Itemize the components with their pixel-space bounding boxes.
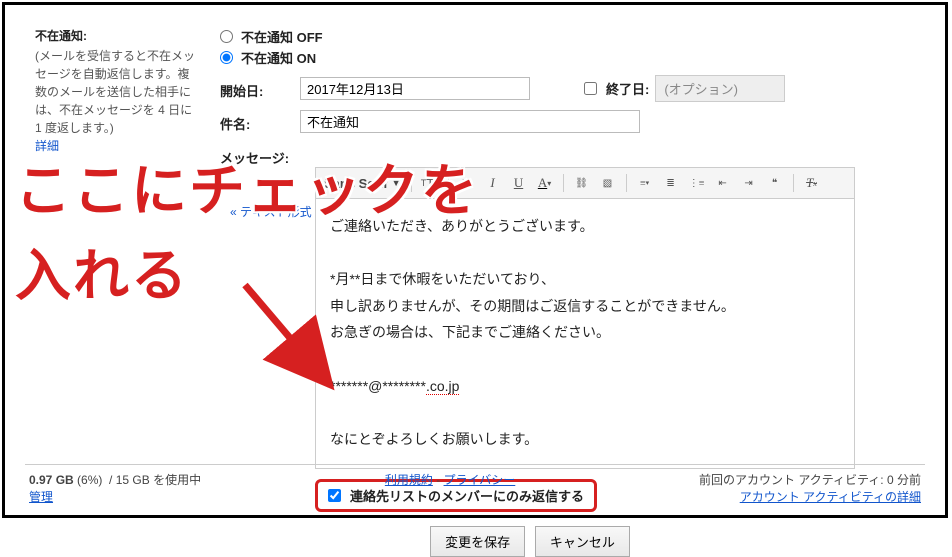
quote-icon[interactable]: ❝ (767, 175, 783, 191)
bold-icon[interactable]: B (459, 175, 475, 191)
section-desc: (メールを受信すると不在メッセージを自動返信します。複数のメールを送信した相手に… (35, 47, 200, 137)
privacy-link[interactable]: プライバシー (444, 473, 516, 487)
learn-more-link[interactable]: 詳細 (35, 139, 59, 153)
font-size-icon[interactable]: TT▾ (422, 175, 438, 191)
underline-icon[interactable]: U (511, 175, 527, 191)
cancel-button[interactable]: キャンセル (535, 526, 630, 557)
vacation-on-label: 不在通知 ON (241, 48, 316, 67)
plain-text-link[interactable]: « テキスト形式 (230, 203, 312, 220)
separator (793, 174, 794, 192)
end-date-label: 終了日: (606, 79, 649, 98)
terms-link[interactable]: 利用規約 (385, 473, 433, 487)
clear-format-icon[interactable]: Tx (804, 175, 820, 191)
separator (626, 174, 627, 192)
numbered-list-icon[interactable]: ≣ (663, 175, 679, 191)
separator (411, 174, 412, 192)
end-date-input[interactable]: (オプション) (655, 75, 785, 102)
annotation-text: 入れる (15, 240, 189, 313)
message-editor[interactable]: ご連絡いただき、ありがとうございます。 *月**日まで休暇をいただいており、申し… (315, 199, 855, 469)
image-icon[interactable]: ▧ (600, 175, 616, 191)
align-icon[interactable]: ≡▾ (637, 175, 653, 191)
activity-details-link[interactable]: アカウント アクティビティの詳細 (740, 490, 921, 504)
text-color-icon[interactable]: A▾ (537, 175, 553, 191)
separator (25, 464, 925, 465)
start-date-label: 開始日: (220, 78, 290, 100)
vacation-off-radio[interactable] (220, 30, 233, 43)
editor-toolbar: Sans Serif ▼ TT▾ B I U A▾ ⛓ ▧ ≡▾ ≣ ⋮≡ ⇤ … (315, 167, 855, 199)
font-name: Sans Serif (324, 176, 388, 191)
font-picker[interactable]: Sans Serif ▼ (324, 176, 401, 191)
indent-less-icon[interactable]: ⇤ (715, 175, 731, 191)
manage-storage-link[interactable]: 管理 (29, 490, 53, 504)
indent-more-icon[interactable]: ⇥ (741, 175, 757, 191)
subject-input[interactable] (300, 110, 640, 133)
section-title: 不在通知: (35, 27, 200, 45)
chevron-down-icon: ▼ (392, 178, 401, 188)
vacation-off-label: 不在通知 OFF (241, 27, 323, 46)
separator (563, 174, 564, 192)
bullet-list-icon[interactable]: ⋮≡ (689, 175, 705, 191)
subject-label: 件名: (220, 111, 290, 133)
vacation-on-radio[interactable] (220, 51, 233, 64)
last-activity: 前回のアカウント アクティビティ: 0 分前 (699, 473, 921, 487)
separator (448, 174, 449, 192)
save-button[interactable]: 変更を保存 (430, 526, 525, 557)
start-date-input[interactable] (300, 77, 530, 100)
italic-icon[interactable]: I (485, 175, 501, 191)
storage-info: 0.97 GB (6%) / 15 GB を使用中 管理 (29, 471, 201, 505)
message-label: メッセージ: (220, 145, 305, 167)
link-icon[interactable]: ⛓ (574, 175, 590, 191)
end-date-checkbox[interactable] (584, 82, 597, 95)
